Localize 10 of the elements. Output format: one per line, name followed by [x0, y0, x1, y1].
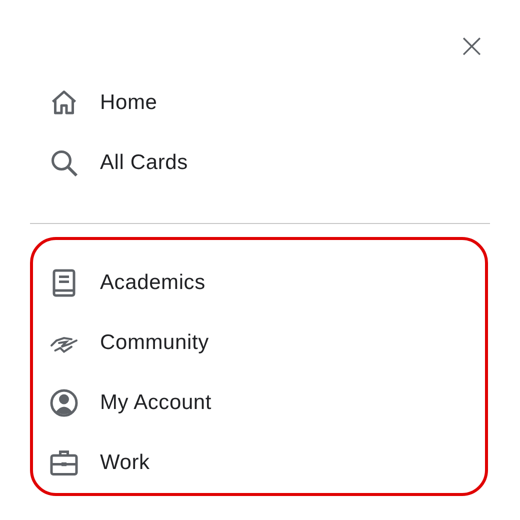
search-icon — [49, 148, 79, 178]
menu-item[interactable]: All Cards — [100, 151, 188, 175]
menu-item[interactable]: Academics — [100, 271, 206, 295]
person-icon — [49, 388, 79, 418]
menu-item[interactable]: My Account — [100, 391, 212, 415]
menu-item[interactable]: Home — [100, 91, 158, 115]
menu-item[interactable]: Community — [100, 331, 209, 355]
menu-item[interactable]: Work — [100, 451, 150, 475]
briefcase-icon — [49, 448, 79, 478]
close-button[interactable]: × — [452, 26, 492, 66]
